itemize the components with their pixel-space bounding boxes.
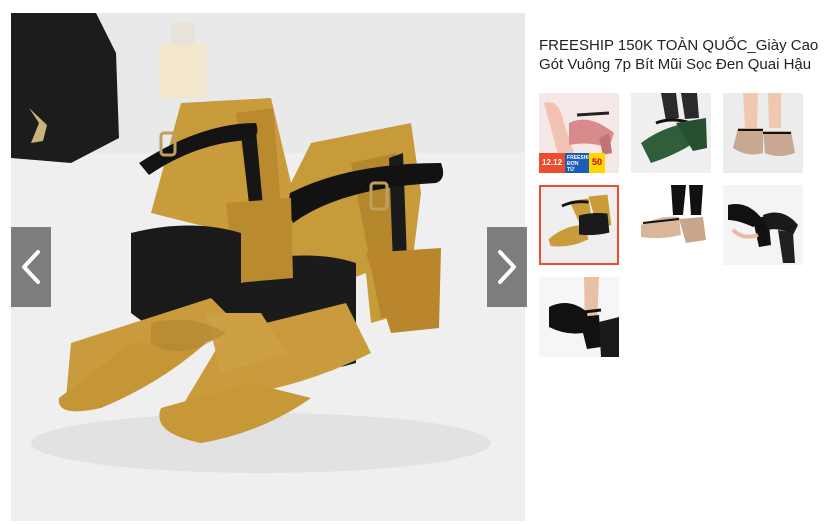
thumbnail-1[interactable]: 12.12 FREESHIP ĐƠN TỪ 50 — [539, 93, 619, 173]
product-gallery-page: FREESHIP 150K TOÀN QUỐC_Giày Cao Gót Vuô… — [0, 0, 832, 524]
product-title: FREESHIP 150K TOÀN QUỐC_Giày Cao Gót Vuô… — [539, 37, 819, 73]
main-product-image[interactable] — [11, 13, 525, 521]
chevron-left-icon — [22, 250, 40, 284]
promo-value: 50 — [589, 153, 606, 173]
thumbnail-6[interactable] — [723, 185, 803, 265]
thumbnail-3[interactable] — [723, 93, 803, 173]
previous-image-button[interactable] — [11, 227, 51, 307]
promo-freeship: FREESHIP ĐƠN TỪ — [565, 153, 593, 173]
thumbnail-5[interactable] — [631, 185, 711, 265]
thumbnail-7[interactable] — [539, 277, 619, 357]
next-image-button[interactable] — [487, 227, 527, 307]
thumbnail-2[interactable] — [631, 93, 711, 173]
promo-date: 12.12 — [539, 153, 566, 173]
promo-badge: 12.12 FREESHIP ĐƠN TỪ 50 — [539, 153, 606, 173]
chevron-right-icon — [498, 250, 516, 284]
thumbnail-4[interactable] — [539, 185, 619, 265]
